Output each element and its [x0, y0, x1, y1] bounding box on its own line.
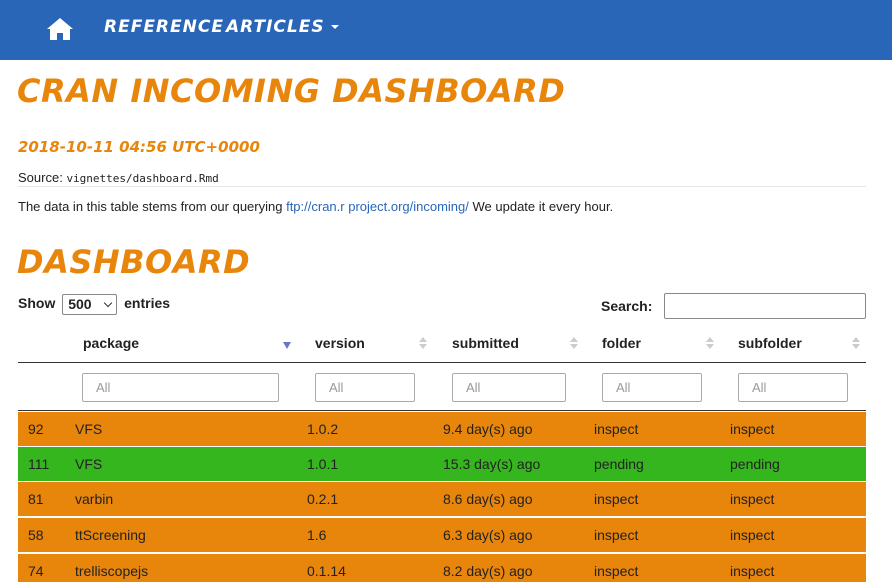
source-label: Source:: [18, 170, 63, 185]
row-folder: inspect: [594, 421, 639, 437]
row-version: 1.6: [307, 527, 327, 543]
show-label: Show: [18, 295, 56, 312]
row-subfolder: inspect: [730, 527, 775, 543]
filter-border: [18, 410, 866, 411]
row-folder: pending: [594, 456, 644, 472]
entries-value: 500: [68, 296, 92, 312]
chevron-down-icon: [330, 25, 339, 29]
table-row[interactable]: 111 VFS 1.0.1 15.3 day(s) ago pending pe…: [18, 447, 866, 482]
row-version: 1.0.2: [307, 421, 339, 437]
filter-folder-input[interactable]: All: [602, 373, 702, 402]
row-package: VFS: [75, 456, 103, 472]
row-submitted: 9.4 day(s) ago: [443, 421, 533, 437]
incoming-ftp-link[interactable]: ftp://cran.r project.org/incoming/: [286, 199, 469, 214]
sort-icon[interactable]: [419, 337, 427, 349]
row-submitted: 6.3 day(s) ago: [443, 527, 533, 543]
table-row[interactable]: 58 ttScreening 1.6 6.3 day(s) ago inspec…: [18, 518, 866, 553]
row-version: 0.2.1: [307, 491, 339, 507]
row-id: 81: [28, 491, 44, 507]
section-title: DASHBOARD: [17, 243, 251, 281]
row-version: 0.1.14: [307, 563, 346, 579]
row-subfolder: inspect: [730, 563, 775, 579]
filter-version-input[interactable]: All: [315, 373, 415, 402]
nav-articles-dropdown[interactable]: ARTICLES: [226, 17, 339, 37]
filter-subfolder-input[interactable]: All: [738, 373, 848, 402]
table-row[interactable]: 81 varbin 0.2.1 8.6 day(s) ago inspect i…: [18, 482, 866, 517]
row-package: trelliscopejs: [75, 563, 149, 579]
sort-descending-icon[interactable]: [283, 337, 291, 349]
row-id: 92: [28, 421, 44, 437]
sort-icon[interactable]: [852, 337, 860, 349]
entries-select[interactable]: 500: [62, 294, 118, 315]
search-input[interactable]: [664, 293, 866, 319]
home-icon[interactable]: [46, 17, 74, 41]
intro-text: The data in this table stems from our qu…: [18, 199, 613, 214]
page-title: CRAN INCOMING DASHBOARD: [17, 72, 566, 110]
row-submitted: 15.3 day(s) ago: [443, 456, 541, 472]
divider: [18, 186, 866, 187]
column-header-subfolder[interactable]: subfolder: [738, 335, 802, 351]
row-id: 111: [28, 456, 50, 472]
navbar: REFERENCE ARTICLES: [0, 0, 892, 60]
filter-package-input[interactable]: All: [82, 373, 279, 402]
nav-reference-link[interactable]: REFERENCE: [104, 17, 224, 37]
sort-icon[interactable]: [570, 337, 578, 349]
row-subfolder: inspect: [730, 491, 775, 507]
row-submitted: 8.2 day(s) ago: [443, 563, 533, 579]
page-date: 2018-10-11 04:56 UTC+0000: [18, 138, 260, 156]
intro-after: We update it every hour.: [468, 199, 614, 214]
search-label: Search:: [601, 298, 653, 314]
row-folder: inspect: [594, 491, 639, 507]
column-header-submitted[interactable]: submitted: [452, 335, 519, 351]
filter-submitted-input[interactable]: All: [452, 373, 566, 402]
row-package: ttScreening: [75, 527, 146, 543]
nav-articles-label: ARTICLES: [226, 17, 325, 37]
entries-label: entries: [124, 295, 171, 312]
column-header-version[interactable]: version: [315, 335, 365, 351]
header-border: [18, 362, 866, 363]
column-header-folder[interactable]: folder: [602, 335, 641, 351]
table-row[interactable]: 74 trelliscopejs 0.1.14 8.2 day(s) ago i…: [18, 554, 866, 582]
table-row[interactable]: 92 VFS 1.0.2 9.4 day(s) ago inspect insp…: [18, 412, 866, 447]
row-id: 74: [28, 563, 44, 579]
row-folder: inspect: [594, 563, 639, 579]
chevron-down-icon: [103, 298, 113, 308]
row-subfolder: pending: [730, 456, 780, 472]
intro-before: The data in this table stems from our qu…: [18, 199, 287, 214]
entries-control: Show 500 entries: [18, 294, 170, 315]
row-folder: inspect: [594, 527, 639, 543]
row-submitted: 8.6 day(s) ago: [443, 491, 533, 507]
row-package: VFS: [75, 421, 103, 437]
row-version: 1.0.1: [307, 456, 339, 472]
source-path: vignettes/dashboard.Rmd: [66, 172, 219, 185]
row-package: varbin: [75, 491, 114, 507]
source-line: Source: vignettes/dashboard.Rmd: [18, 170, 219, 185]
sort-icon[interactable]: [706, 337, 714, 349]
row-id: 58: [28, 527, 44, 543]
column-header-package[interactable]: package: [83, 335, 139, 351]
row-subfolder: inspect: [730, 421, 775, 437]
